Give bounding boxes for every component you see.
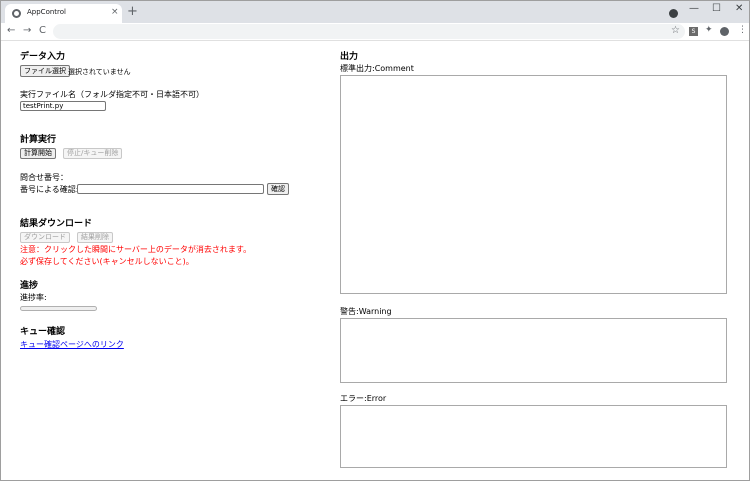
exec-file-label: 実行ファイル名（フォルダ指定不可・日本語不可） (20, 90, 204, 99)
download-warning-2: 必ず保存してください(キャンセルしないこと)。 (20, 257, 194, 266)
progress-label: 進捗率: (20, 293, 47, 302)
tab-appcontrol[interactable]: AppControl × (5, 4, 122, 23)
queue-heading: キュー確認 (20, 327, 66, 337)
tab-title: AppControl (27, 8, 66, 16)
new-tab-icon[interactable]: + (127, 5, 138, 18)
download-warning-1: 注意：クリックした瞬間にサーバー上のデータが消去されます。 (20, 245, 252, 254)
page-content: データ入力 ファイル選択 選択されていません 実行ファイル名（フォルダ指定不可・… (1, 42, 749, 481)
globe-icon (12, 9, 21, 18)
calc-start-button[interactable]: 計算開始 (20, 148, 56, 159)
file-status-text: 選択されていません (68, 68, 131, 76)
window-close-icon[interactable]: ✕ (735, 4, 743, 14)
queue-page-link[interactable]: キュー確認ページへのリンク (20, 339, 124, 350)
browser-menu-icon[interactable]: ⋮ (738, 25, 747, 36)
exec-file-input[interactable]: testPrint.py (20, 101, 106, 111)
extension-s-icon[interactable]: S (689, 27, 698, 36)
confirm-button[interactable]: 確認 (267, 183, 289, 195)
error-textarea[interactable] (340, 405, 727, 468)
stop-queue-delete-button[interactable]: 停止/キュー削除 (63, 148, 123, 159)
warning-label: 警告:Warning (340, 307, 392, 316)
record-icon[interactable] (669, 9, 678, 18)
data-input-heading: データ入力 (20, 52, 66, 62)
inquiry-number-label: 問合せ番号： (20, 173, 68, 182)
progress-bar (20, 306, 97, 311)
minimize-icon[interactable]: — (689, 4, 699, 14)
profile-avatar-icon[interactable] (720, 27, 729, 36)
calc-heading: 計算実行 (20, 135, 57, 145)
inquiry-number-input[interactable] (77, 184, 264, 194)
bookmark-star-icon[interactable]: ☆ (671, 25, 680, 36)
confirm-by-number-label: 番号による確認: (20, 185, 79, 194)
delete-result-button[interactable]: 結果削除 (77, 232, 113, 243)
file-select-button[interactable]: ファイル選択 (20, 65, 70, 77)
error-label: エラー:Error (340, 394, 387, 403)
download-button[interactable]: ダウンロード (20, 232, 70, 243)
progress-heading: 進捗 (20, 281, 39, 291)
browser-toolbar: ← → C ☆ S ✦ ⋮ (1, 23, 749, 41)
address-bar[interactable] (53, 24, 685, 39)
output-heading: 出力 (340, 52, 359, 62)
stdout-textarea[interactable] (340, 75, 727, 294)
browser-window: AppControl × + — ☐ ✕ ← → C ☆ S ✦ ⋮ データ入力… (0, 0, 750, 481)
reload-icon[interactable]: C (39, 25, 46, 37)
maximize-icon[interactable]: ☐ (712, 4, 721, 14)
extensions-puzzle-icon[interactable]: ✦ (705, 25, 713, 35)
download-heading: 結果ダウンロード (20, 219, 93, 229)
tab-close-icon[interactable]: × (111, 7, 119, 17)
warning-textarea[interactable] (340, 318, 727, 383)
back-icon[interactable]: ← (7, 25, 15, 37)
tab-strip: AppControl × + — ☐ ✕ (1, 1, 749, 23)
forward-icon[interactable]: → (23, 25, 31, 37)
stdout-label: 標準出力:Comment (340, 64, 414, 73)
